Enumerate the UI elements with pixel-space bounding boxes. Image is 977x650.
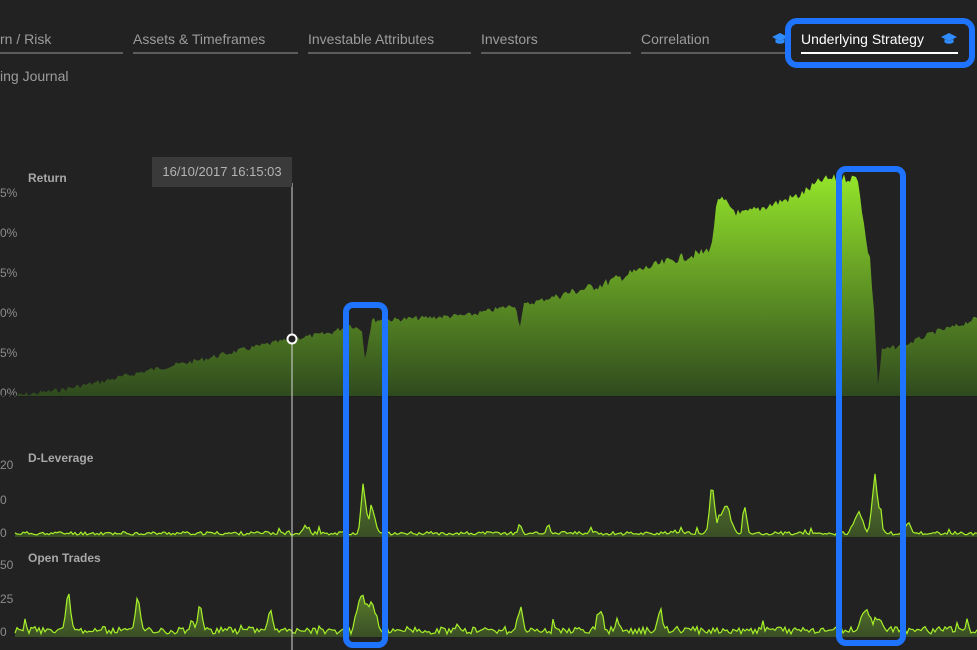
tab-highlight-box [785, 18, 975, 68]
leverage-line [14, 473, 977, 536]
strategy-charts[interactable] [0, 0, 977, 650]
return-area [15, 174, 977, 396]
highlight-box-left [343, 302, 388, 648]
crosshair-marker[interactable] [286, 333, 298, 345]
trades-line [14, 593, 977, 636]
highlight-box-right [836, 166, 906, 646]
crosshair-tooltip: 16/10/2017 16:15:03 [152, 157, 292, 187]
leverage-area [15, 473, 977, 537]
